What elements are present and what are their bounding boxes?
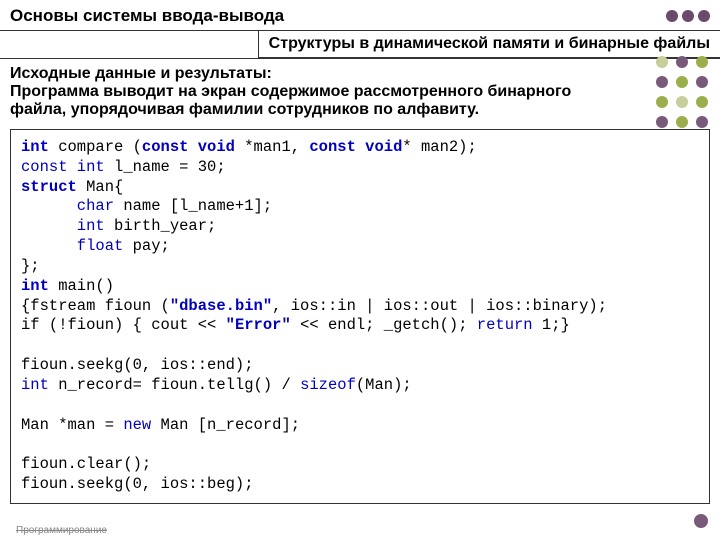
footer-text: Программирование [16, 525, 107, 536]
desc-line-3: файла, упорядочивая фамилии сотрудников … [10, 101, 710, 119]
corner-dot [694, 514, 708, 528]
decorative-dots [666, 10, 710, 22]
code-block: int compare (const void *man1, const voi… [10, 129, 710, 504]
description: Исходные данные и результаты: Программа … [0, 59, 720, 127]
subtitle: Структуры в динамической памяти и бинарн… [258, 31, 720, 58]
desc-line-2: Программа выводит на экран содержимое ра… [10, 83, 710, 101]
page-title: Основы системы ввода-вывода [10, 6, 284, 26]
desc-line-1: Исходные данные и результаты: [10, 65, 710, 83]
